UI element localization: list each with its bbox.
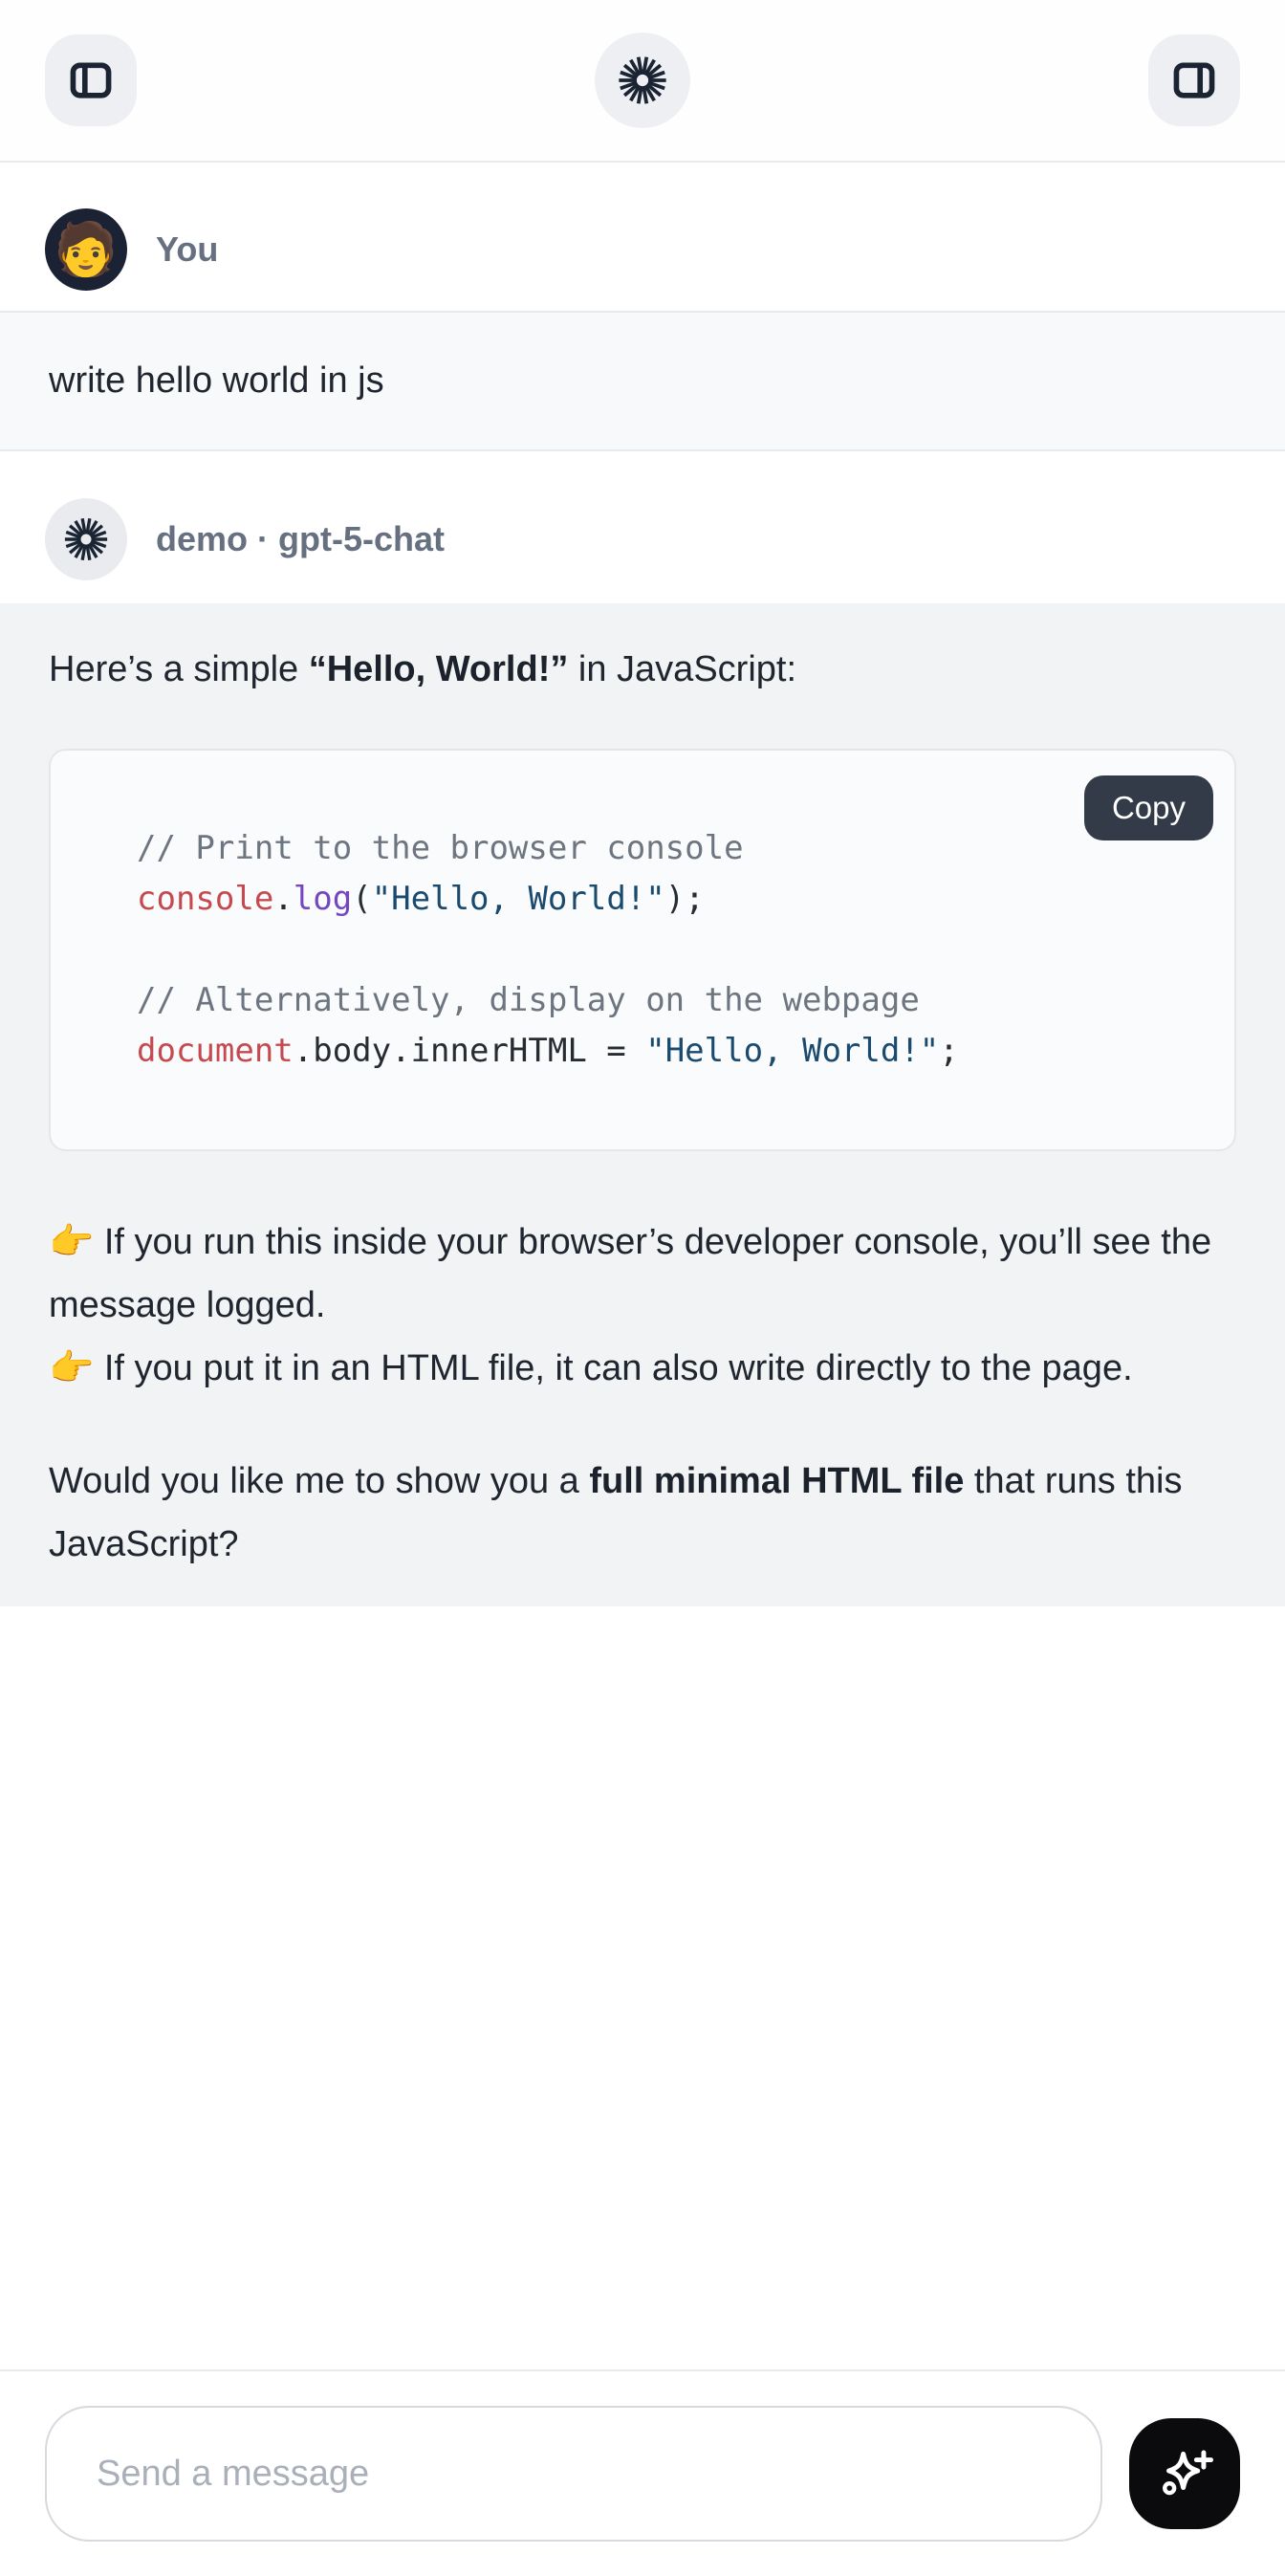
code-lines: // Print to the browser console console.l… (137, 823, 1196, 1077)
send-button[interactable] (1129, 2418, 1240, 2529)
assistant-message-band: Here’s a simple “Hello, World!” in JavaS… (0, 603, 1285, 1606)
assistant-author-label: demo · gpt-5-chat (156, 519, 445, 559)
code-line: // Alternatively, display on the webpage (137, 975, 1196, 1026)
copy-button[interactable]: Copy (1084, 775, 1213, 840)
assistant-paragraph: 👉 If you run this inside your browser’s … (49, 1211, 1236, 1337)
code-token-plain: ( (352, 880, 371, 918)
text: Here’s a simple (49, 649, 309, 689)
code-token-purple: log (294, 880, 352, 918)
code-line: console.log("Hello, World!"); (137, 874, 1196, 925)
text: 👉 If you put it in an HTML file, it can … (49, 1348, 1133, 1388)
assistant-paragraph: 👉 If you put it in an HTML file, it can … (49, 1337, 1236, 1400)
sidebar-toggle-button[interactable] (45, 34, 137, 126)
user-author-row: 🧑 You (0, 163, 1285, 311)
user-avatar-emoji: 🧑 (54, 224, 118, 275)
text: Would you like me to show you a (49, 1461, 589, 1501)
assistant-paragraphs: 👉 If you run this inside your browser’s … (49, 1211, 1236, 1576)
assistant-avatar (45, 498, 127, 580)
code-token-red: document (137, 1032, 294, 1070)
panel-right-icon (1168, 55, 1220, 106)
message-input[interactable] (45, 2406, 1102, 2542)
sparkle-icon (1153, 2442, 1216, 2505)
code-content: // Print to the browser console console.l… (51, 751, 1234, 1149)
starburst-icon (615, 53, 670, 108)
bold-text: “Hello, World!” (309, 649, 569, 689)
app-logo-button[interactable] (595, 33, 690, 128)
code-line: document.body.innerHTML = "Hello, World!… (137, 1026, 1196, 1077)
user-author-label: You (156, 229, 218, 270)
panel-left-icon (65, 55, 117, 106)
code-token-string: "Hello, World!" (645, 1032, 939, 1070)
code-token-plain: ); (665, 880, 705, 918)
user-message-band: write hello world in js (0, 311, 1285, 451)
user-message-text: write hello world in js (49, 360, 384, 401)
assistant-author-row: demo · gpt-5-chat (0, 451, 1285, 603)
code-token-plain: ; (939, 1032, 958, 1070)
code-token-string: "Hello, World!" (372, 880, 665, 918)
code-line: // Print to the browser console (137, 823, 1196, 874)
text: in JavaScript: (568, 649, 796, 689)
code-token-comment: // Alternatively, display on the webpage (137, 981, 920, 1019)
text: 👉 If you run this inside your browser’s … (49, 1222, 1211, 1325)
assistant-intro: Here’s a simple “Hello, World!” in JavaS… (49, 644, 1236, 696)
code-block: Copy // Print to the browser console cons… (49, 749, 1236, 1151)
code-token-comment: // Print to the browser console (137, 829, 744, 867)
composer-bar (0, 2369, 1285, 2576)
code-token-plain: .body.innerHTML = (294, 1032, 645, 1070)
assistant-paragraph: Would you like me to show you a full min… (49, 1450, 1236, 1576)
user-avatar: 🧑 (45, 208, 127, 291)
code-token-plain: . (273, 880, 293, 918)
top-bar (0, 0, 1285, 163)
starburst-icon (61, 514, 111, 564)
code-token-red: console (137, 880, 273, 918)
code-line (137, 925, 1196, 975)
bold-text: full minimal HTML file (589, 1461, 964, 1501)
panel-toggle-button[interactable] (1148, 34, 1240, 126)
